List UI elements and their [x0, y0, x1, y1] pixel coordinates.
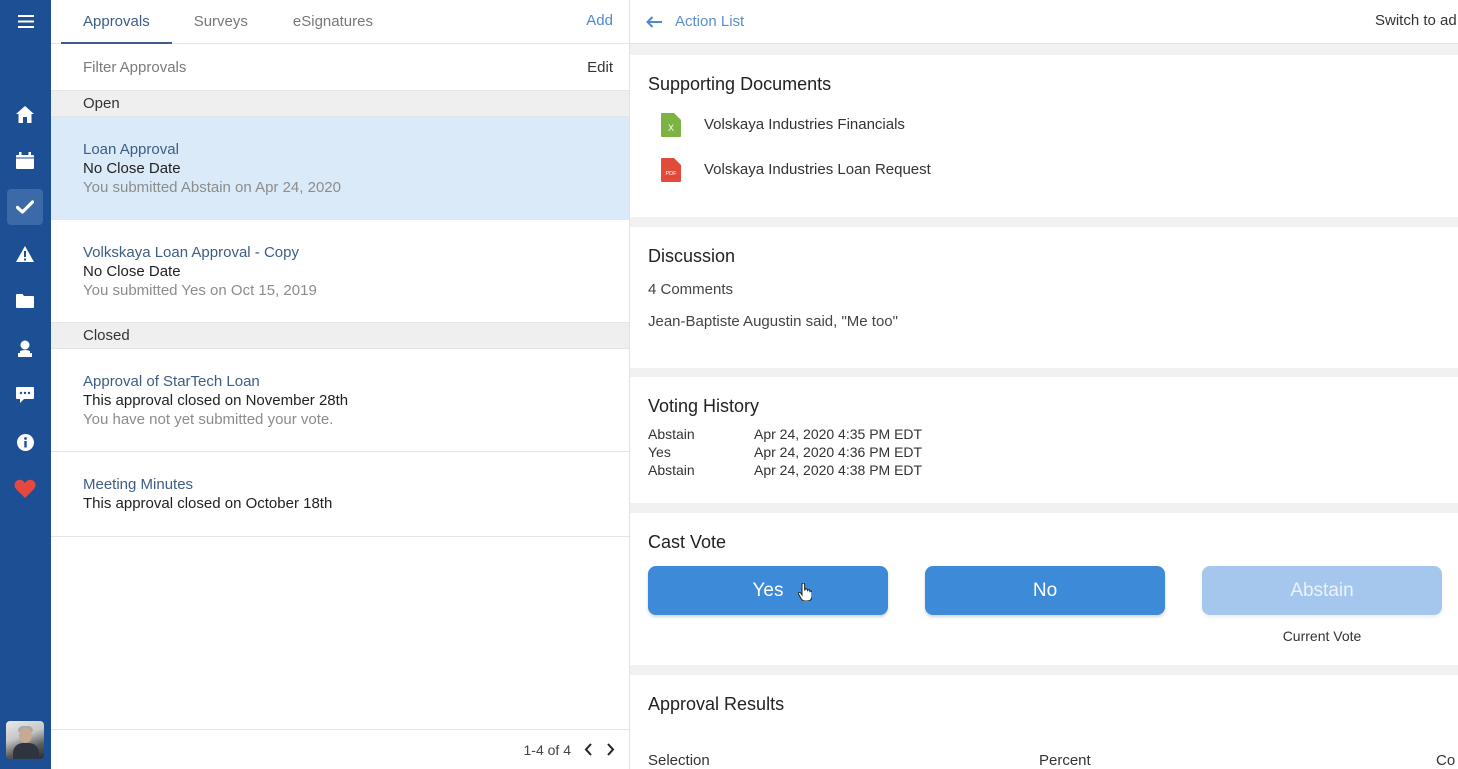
add-button[interactable]: Add — [586, 12, 613, 29]
list-item[interactable]: Volkskaya Loan Approval - Copy No Close … — [51, 220, 629, 323]
chat-icon — [16, 386, 34, 403]
document-name: Volskaya Industries Financials — [704, 116, 905, 133]
vote-selection: Yes — [648, 444, 671, 460]
switch-view-link[interactable]: Switch to ad — [1375, 12, 1457, 29]
discussion-card[interactable]: Discussion 4 Comments Jean-Baptiste Augu… — [630, 227, 1458, 368]
edit-button[interactable]: Edit — [587, 59, 613, 76]
current-vote-label: Current Vote — [1282, 628, 1362, 644]
results-column-percent: Percent — [1039, 752, 1091, 769]
tab-bar: Approvals Surveys eSignatures Add — [51, 0, 629, 44]
info-icon — [16, 433, 34, 451]
nav-item-info[interactable] — [7, 424, 43, 460]
hamburger-menu-button[interactable] — [0, 8, 51, 34]
arrow-left-icon — [646, 15, 662, 28]
supporting-documents-card: Supporting Documents X Volskaya Industri… — [630, 55, 1458, 217]
section-header-open: Open — [51, 91, 629, 117]
app-window: Approvals Surveys eSignatures Add Edit O… — [0, 0, 1458, 769]
latest-comment: Jean-Baptiste Augustin said, "Me too" — [648, 313, 898, 330]
approval-results-card: Approval Results Selection Percent Co — [630, 675, 1458, 769]
voting-history-row: Abstain Apr 24, 2020 4:38 PM EDT — [648, 461, 922, 479]
item-subtitle: No Close Date — [83, 262, 181, 280]
nav-item-people[interactable] — [7, 330, 43, 366]
user-avatar[interactable] — [6, 721, 44, 759]
voting-history-row: Yes Apr 24, 2020 4:36 PM EDT — [648, 443, 922, 461]
pdf-file-icon: PDF — [661, 157, 681, 182]
voting-history-table: Abstain Apr 24, 2020 4:35 PM EDT Yes Apr… — [648, 425, 922, 479]
checkmark-icon — [16, 200, 34, 214]
approval-results-title: Approval Results — [648, 694, 785, 714]
item-subtitle: This approval closed on October 18th — [83, 495, 333, 512]
item-title: Volkskaya Loan Approval - Copy — [83, 243, 299, 261]
item-title: Approval of StarTech Loan — [83, 372, 260, 390]
approvals-list-panel: Approvals Surveys eSignatures Add Edit O… — [51, 0, 630, 769]
cast-vote-card: Cast Vote Yes No Abstain Current Vote — [630, 513, 1458, 665]
comments-count: 4 Comments — [648, 281, 734, 298]
pagination-range: 1-4 of 4 — [523, 741, 571, 758]
filter-row: Edit — [51, 44, 629, 91]
detail-header: Action List Switch to ad — [630, 0, 1458, 44]
folder-icon — [16, 294, 34, 308]
chevron-right-icon — [606, 743, 614, 756]
nav-item-documents[interactable] — [7, 283, 43, 319]
vote-yes-button[interactable]: Yes — [648, 566, 888, 615]
pagination: 1-4 of 4 — [51, 729, 629, 769]
list-item[interactable]: Loan Approval No Close Date You submitte… — [51, 117, 629, 220]
document-item[interactable]: PDF Volskaya Industries Loan Request — [648, 147, 1458, 192]
nav-item-favorites[interactable] — [7, 470, 43, 506]
filter-approvals-input[interactable] — [83, 58, 483, 76]
back-label: Action List — [675, 13, 745, 30]
item-meta: You have not yet submitted your vote. — [83, 410, 334, 428]
list-item[interactable]: Meeting Minutes This approval closed on … — [51, 452, 629, 537]
vote-timestamp: Apr 24, 2020 4:36 PM EDT — [754, 444, 923, 460]
nav-item-approvals[interactable] — [7, 189, 43, 225]
cast-vote-title: Cast Vote — [648, 532, 727, 552]
prev-page-button[interactable] — [577, 739, 599, 761]
section-header-closed: Closed — [51, 323, 629, 349]
calendar-icon — [16, 151, 34, 169]
vote-selection: Abstain — [648, 462, 695, 478]
vote-abstain-button[interactable]: Abstain — [1202, 566, 1442, 615]
approval-detail-panel: Action List Switch to ad Supporting Docu… — [630, 0, 1458, 769]
svg-text:PDF: PDF — [666, 171, 678, 177]
nav-item-alerts[interactable] — [7, 236, 43, 272]
supporting-documents-title: Supporting Documents — [648, 74, 832, 94]
tab-approvals[interactable]: Approvals — [61, 0, 172, 44]
back-to-action-list-button[interactable]: Action List — [646, 13, 744, 30]
chevron-left-icon — [584, 743, 592, 756]
voting-history-row: Abstain Apr 24, 2020 4:35 PM EDT — [648, 425, 922, 443]
next-page-button[interactable] — [599, 739, 621, 761]
svg-text:X: X — [668, 123, 674, 133]
tab-esignatures[interactable]: eSignatures — [270, 0, 395, 43]
results-column-selection: Selection — [648, 752, 710, 769]
vote-no-button[interactable]: No — [925, 566, 1165, 615]
document-name: Volskaya Industries Loan Request — [704, 161, 931, 178]
item-subtitle: This approval closed on November 28th — [83, 391, 349, 409]
vote-timestamp: Apr 24, 2020 4:38 PM EDT — [754, 462, 923, 478]
item-meta: You submitted Abstain on Apr 24, 2020 — [83, 178, 341, 196]
vote-timestamp: Apr 24, 2020 4:35 PM EDT — [754, 426, 923, 442]
person-icon — [18, 340, 32, 357]
warning-icon — [16, 246, 34, 262]
item-subtitle: No Close Date — [83, 159, 181, 177]
voting-history-title: Voting History — [648, 396, 760, 416]
list-item[interactable]: Approval of StarTech Loan This approval … — [51, 349, 629, 452]
item-meta: You submitted Yes on Oct 15, 2019 — [83, 281, 317, 299]
nav-item-home[interactable] — [7, 96, 43, 132]
nav-rail — [0, 0, 51, 769]
voting-history-card: Voting History Abstain Apr 24, 2020 4:35… — [630, 377, 1458, 503]
document-item[interactable]: X Volskaya Industries Financials — [648, 102, 1458, 147]
nav-item-calendar[interactable] — [7, 142, 43, 178]
hamburger-menu-icon — [17, 14, 34, 28]
heart-icon — [14, 479, 36, 498]
tab-surveys[interactable]: Surveys — [172, 0, 270, 43]
excel-file-icon: X — [661, 112, 681, 137]
vote-selection: Abstain — [648, 426, 695, 442]
discussion-title: Discussion — [648, 246, 736, 266]
results-column-count: Co — [1436, 752, 1456, 769]
item-title: Loan Approval — [83, 140, 179, 158]
item-title: Meeting Minutes — [83, 476, 194, 493]
home-icon — [16, 105, 34, 123]
nav-item-messages[interactable] — [7, 377, 43, 413]
